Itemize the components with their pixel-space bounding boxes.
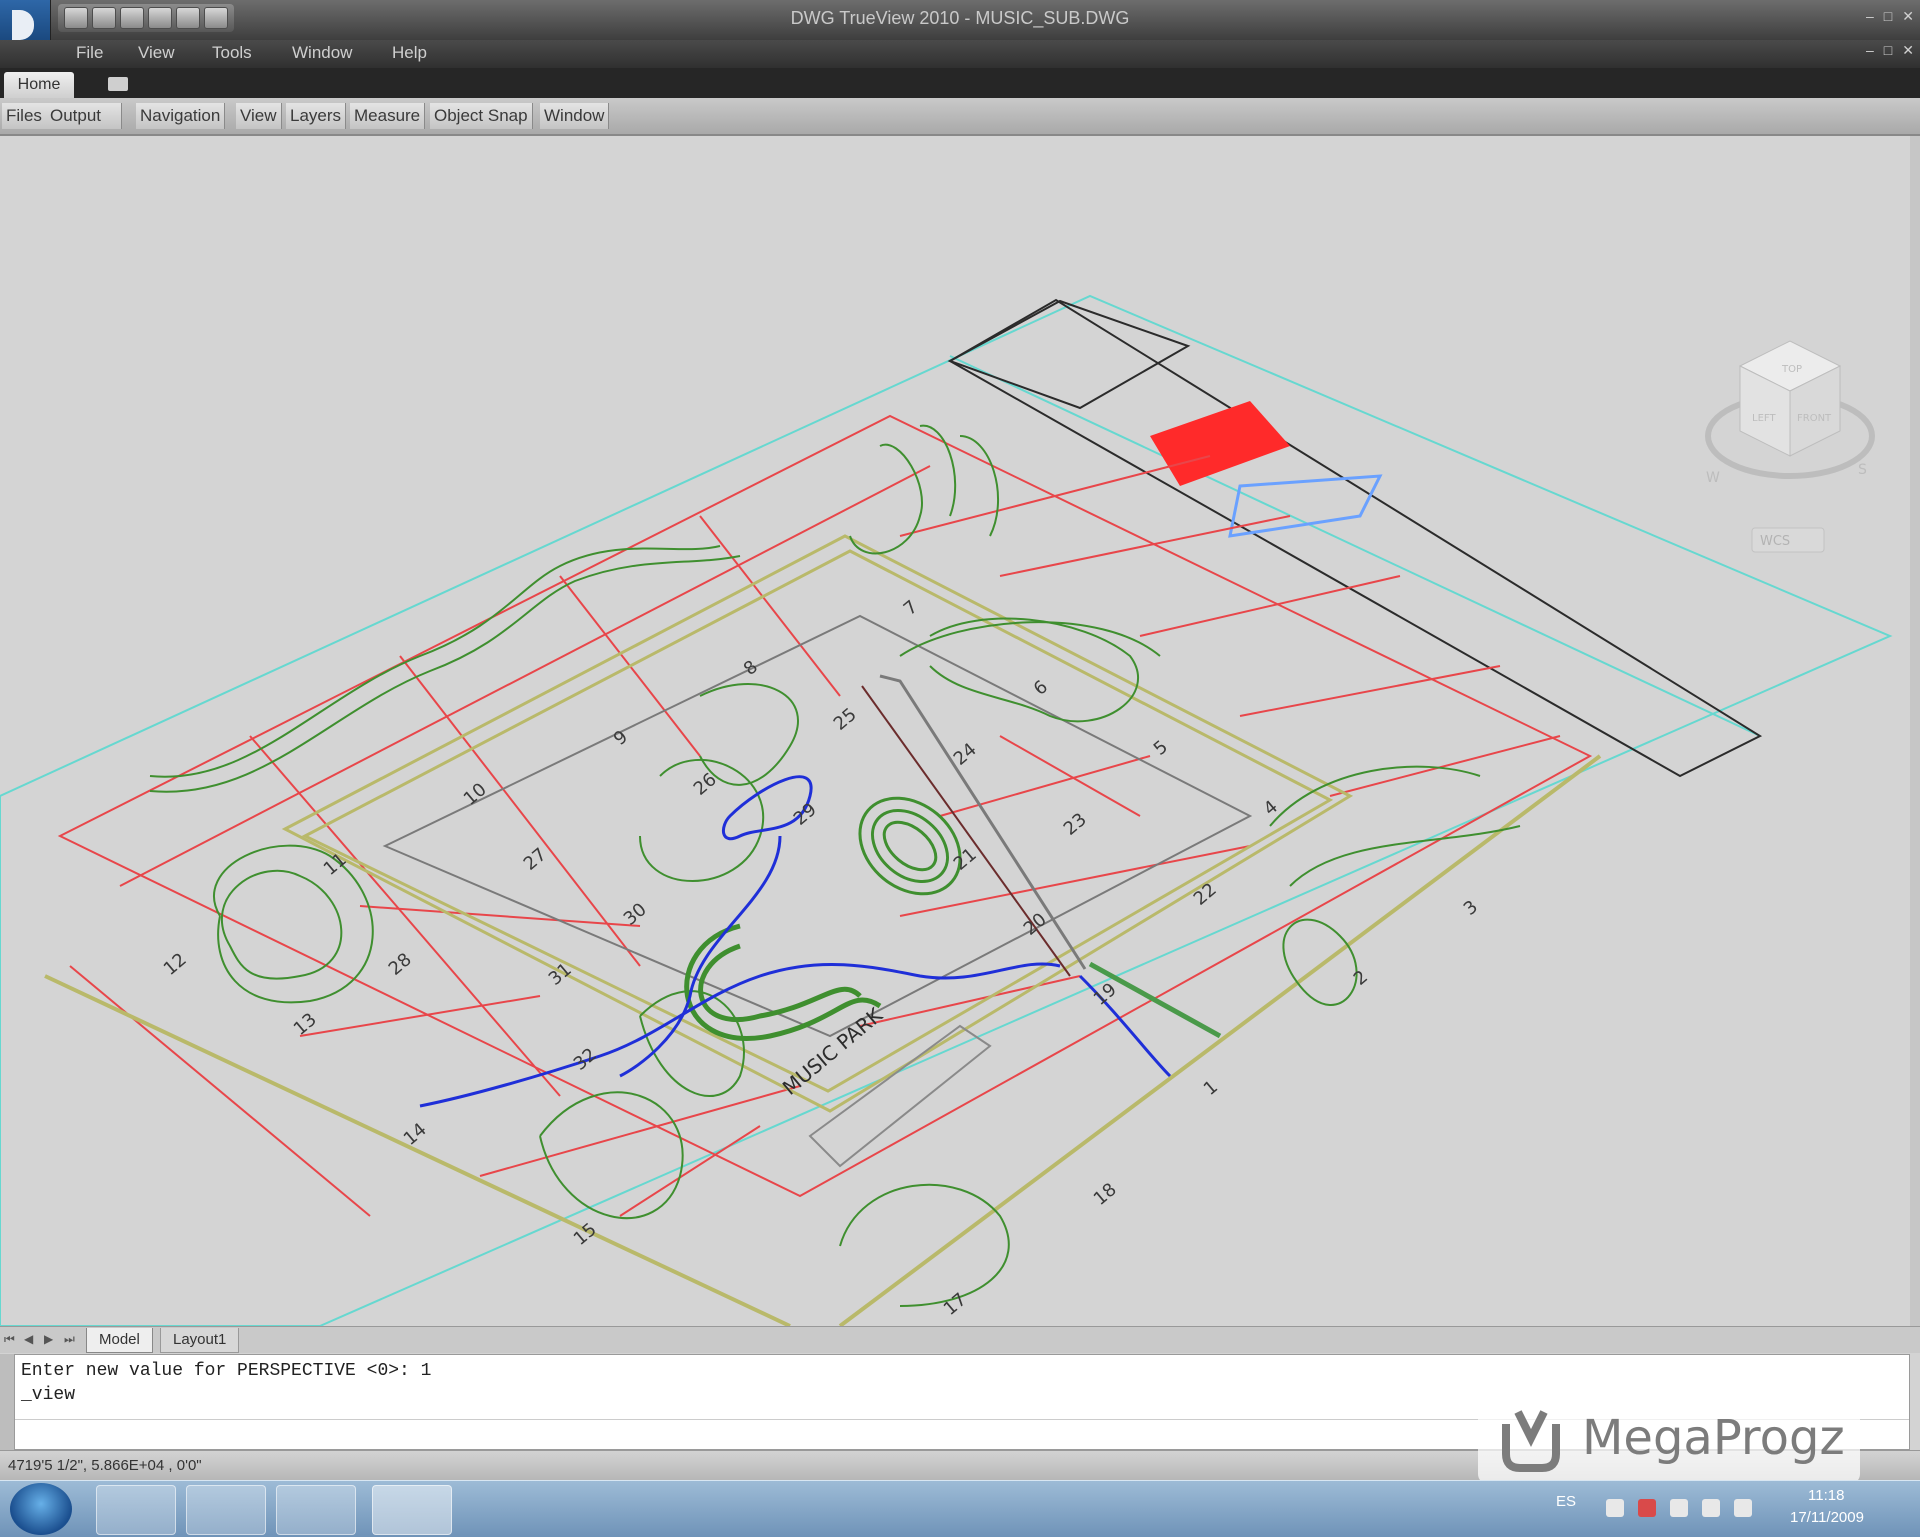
maximize-button[interactable]: □ bbox=[1884, 8, 1892, 25]
security-alert-icon[interactable] bbox=[1638, 1499, 1656, 1517]
document-window-controls: – □ ✕ bbox=[1866, 42, 1914, 59]
watermark-text: MegaProgz bbox=[1582, 1410, 1845, 1466]
tab-home[interactable]: Home bbox=[4, 72, 74, 98]
viewcube-top-label: TOP bbox=[1781, 364, 1802, 375]
lot-label: 1 bbox=[1200, 1076, 1222, 1099]
window-controls: – □ ✕ bbox=[1866, 8, 1914, 25]
viewcube-front-label: FRONT bbox=[1797, 413, 1832, 424]
next-tab-arrow-icon[interactable]: ▶ bbox=[44, 1332, 58, 1348]
doc-restore-button[interactable]: □ bbox=[1884, 42, 1892, 59]
lot-lines bbox=[57, 414, 1593, 1217]
media-app-icon[interactable] bbox=[276, 1485, 356, 1535]
ribbon-panel-bar: Files Output Navigation View Layers Meas… bbox=[0, 98, 1920, 136]
internet-explorer-icon[interactable] bbox=[96, 1485, 176, 1535]
prev-tab-arrow-icon[interactable]: ◀ bbox=[24, 1332, 38, 1348]
close-button[interactable]: ✕ bbox=[1902, 8, 1914, 25]
tab-layout1[interactable]: Layout1 bbox=[160, 1328, 240, 1353]
lot-label: 13 bbox=[290, 1009, 321, 1040]
display-icon[interactable] bbox=[1702, 1499, 1720, 1517]
doc-minimize-button[interactable]: – bbox=[1866, 42, 1874, 59]
lot-label: 29 bbox=[790, 799, 821, 830]
coordinate-readout: 4719'5 1/2", 5.866E+04 , 0'0" bbox=[8, 1457, 202, 1474]
lot-label: 5 bbox=[1150, 736, 1172, 759]
panel-measure[interactable]: Measure bbox=[350, 103, 426, 129]
window-title: DWG TrueView 2010 - MUSIC_SUB.DWG bbox=[790, 8, 1130, 28]
road-lines bbox=[44, 534, 1602, 1326]
dwg-trueview-taskbar-icon[interactable] bbox=[372, 1485, 452, 1535]
menu-bar: File View Tools Window Help – □ ✕ bbox=[0, 40, 1920, 68]
last-tab-arrow-icon[interactable]: ⏭ bbox=[64, 1332, 78, 1348]
lot-labels: 1 2 3 4 5 6 7 8 9 10 11 12 13 14 15 16 1… bbox=[160, 596, 1482, 1319]
command-history-line: Enter new value for PERSPECTIVE <0>: 1 bbox=[21, 1361, 432, 1381]
lot-label: 18 bbox=[1090, 1179, 1121, 1210]
panel-navigation[interactable]: Navigation bbox=[136, 103, 226, 129]
vertical-scrollbar[interactable] bbox=[1910, 136, 1920, 1326]
command-line-grip[interactable] bbox=[0, 1354, 14, 1450]
first-tab-arrow-icon[interactable]: ⏮ bbox=[4, 1332, 18, 1348]
sheet-border bbox=[0, 294, 1893, 1326]
doc-close-button[interactable]: ✕ bbox=[1902, 42, 1914, 59]
lot-label: 7 bbox=[900, 596, 922, 619]
lot-label: 32 bbox=[570, 1044, 601, 1075]
title-block-border bbox=[949, 355, 1761, 737]
clock-time[interactable]: 11:18 bbox=[1808, 1487, 1844, 1504]
network-icon[interactable] bbox=[1670, 1499, 1688, 1517]
panel-object-snap[interactable]: Object Snap bbox=[430, 103, 533, 129]
lot-label: 21 bbox=[950, 844, 981, 875]
title-block-cell bbox=[947, 299, 1191, 410]
lot-label: 22 bbox=[1190, 879, 1221, 910]
lot-label: 25 bbox=[830, 704, 861, 735]
title-block-legend bbox=[1228, 474, 1383, 538]
panel-output[interactable]: Output bbox=[46, 103, 123, 129]
lot-label: 10 bbox=[460, 779, 491, 810]
tab-model[interactable]: Model bbox=[86, 1328, 153, 1353]
viewcube-left-label: LEFT bbox=[1752, 413, 1776, 424]
lot-label: 9 bbox=[610, 726, 632, 749]
viewcube[interactable]: TOP LEFT FRONT W S WCS bbox=[1705, 340, 1875, 553]
taskbar: ES 11:18 17/11/2009 bbox=[0, 1480, 1920, 1537]
title-block bbox=[947, 298, 1763, 778]
compass-west-label: W bbox=[1706, 470, 1720, 486]
ribbon-minimize-icon[interactable] bbox=[108, 77, 128, 91]
watermark: MegaProgz bbox=[1478, 1392, 1860, 1484]
language-indicator[interactable]: ES bbox=[1556, 1493, 1576, 1510]
wcs-label: WCS bbox=[1760, 534, 1790, 549]
ribbon-tab-bar: Home bbox=[0, 68, 1920, 98]
minimize-button[interactable]: – bbox=[1866, 8, 1874, 25]
download-logo-icon bbox=[1502, 1410, 1560, 1472]
lot-label: 12 bbox=[160, 949, 191, 980]
panel-layers[interactable]: Layers bbox=[286, 103, 347, 129]
layout-tab-bar: ⏮ ◀ ▶ ⏭ Model Layout1 bbox=[0, 1326, 1920, 1353]
menu-view[interactable]: View bbox=[138, 43, 175, 63]
lot-label: 23 bbox=[1060, 809, 1091, 840]
menu-window[interactable]: Window bbox=[292, 43, 352, 63]
menu-help[interactable]: Help bbox=[392, 43, 427, 63]
command-history-line: _view bbox=[21, 1385, 76, 1405]
volume-icon[interactable] bbox=[1734, 1499, 1752, 1517]
lot-label: 8 bbox=[740, 656, 762, 679]
lot-label: 6 bbox=[1030, 676, 1052, 699]
compass-south-label: S bbox=[1858, 462, 1867, 478]
show-hidden-icons-icon[interactable] bbox=[1606, 1499, 1624, 1517]
panel-window[interactable]: Window bbox=[540, 103, 610, 129]
lot-label: 27 bbox=[520, 844, 551, 875]
explorer-folder-icon[interactable] bbox=[186, 1485, 266, 1535]
lot-label: 26 bbox=[690, 769, 721, 800]
drawing-viewport[interactable]: 1 2 3 4 5 6 7 8 9 10 11 12 13 14 15 16 1… bbox=[0, 136, 1910, 1326]
title-bar: DWG TrueView 2010 - MUSIC_SUB.DWG – □ ✕ bbox=[0, 0, 1920, 58]
lot-label: 3 bbox=[1460, 896, 1482, 919]
panel-files[interactable]: Files bbox=[2, 103, 47, 129]
lot-label: 31 bbox=[545, 959, 576, 990]
drawing-canvas[interactable]: 1 2 3 4 5 6 7 8 9 10 11 12 13 14 15 16 1… bbox=[0, 136, 1910, 1326]
clock-date[interactable]: 17/11/2009 bbox=[1790, 1509, 1864, 1526]
menu-tools[interactable]: Tools bbox=[212, 43, 252, 63]
lot-label: 28 bbox=[385, 949, 416, 980]
panel-view[interactable]: View bbox=[236, 103, 282, 129]
start-button[interactable] bbox=[10, 1483, 72, 1535]
menu-file[interactable]: File bbox=[76, 43, 103, 63]
lot-label: 19 bbox=[1090, 979, 1121, 1010]
title-block-stamp bbox=[1150, 401, 1290, 486]
lot-label: 2 bbox=[1350, 966, 1372, 989]
